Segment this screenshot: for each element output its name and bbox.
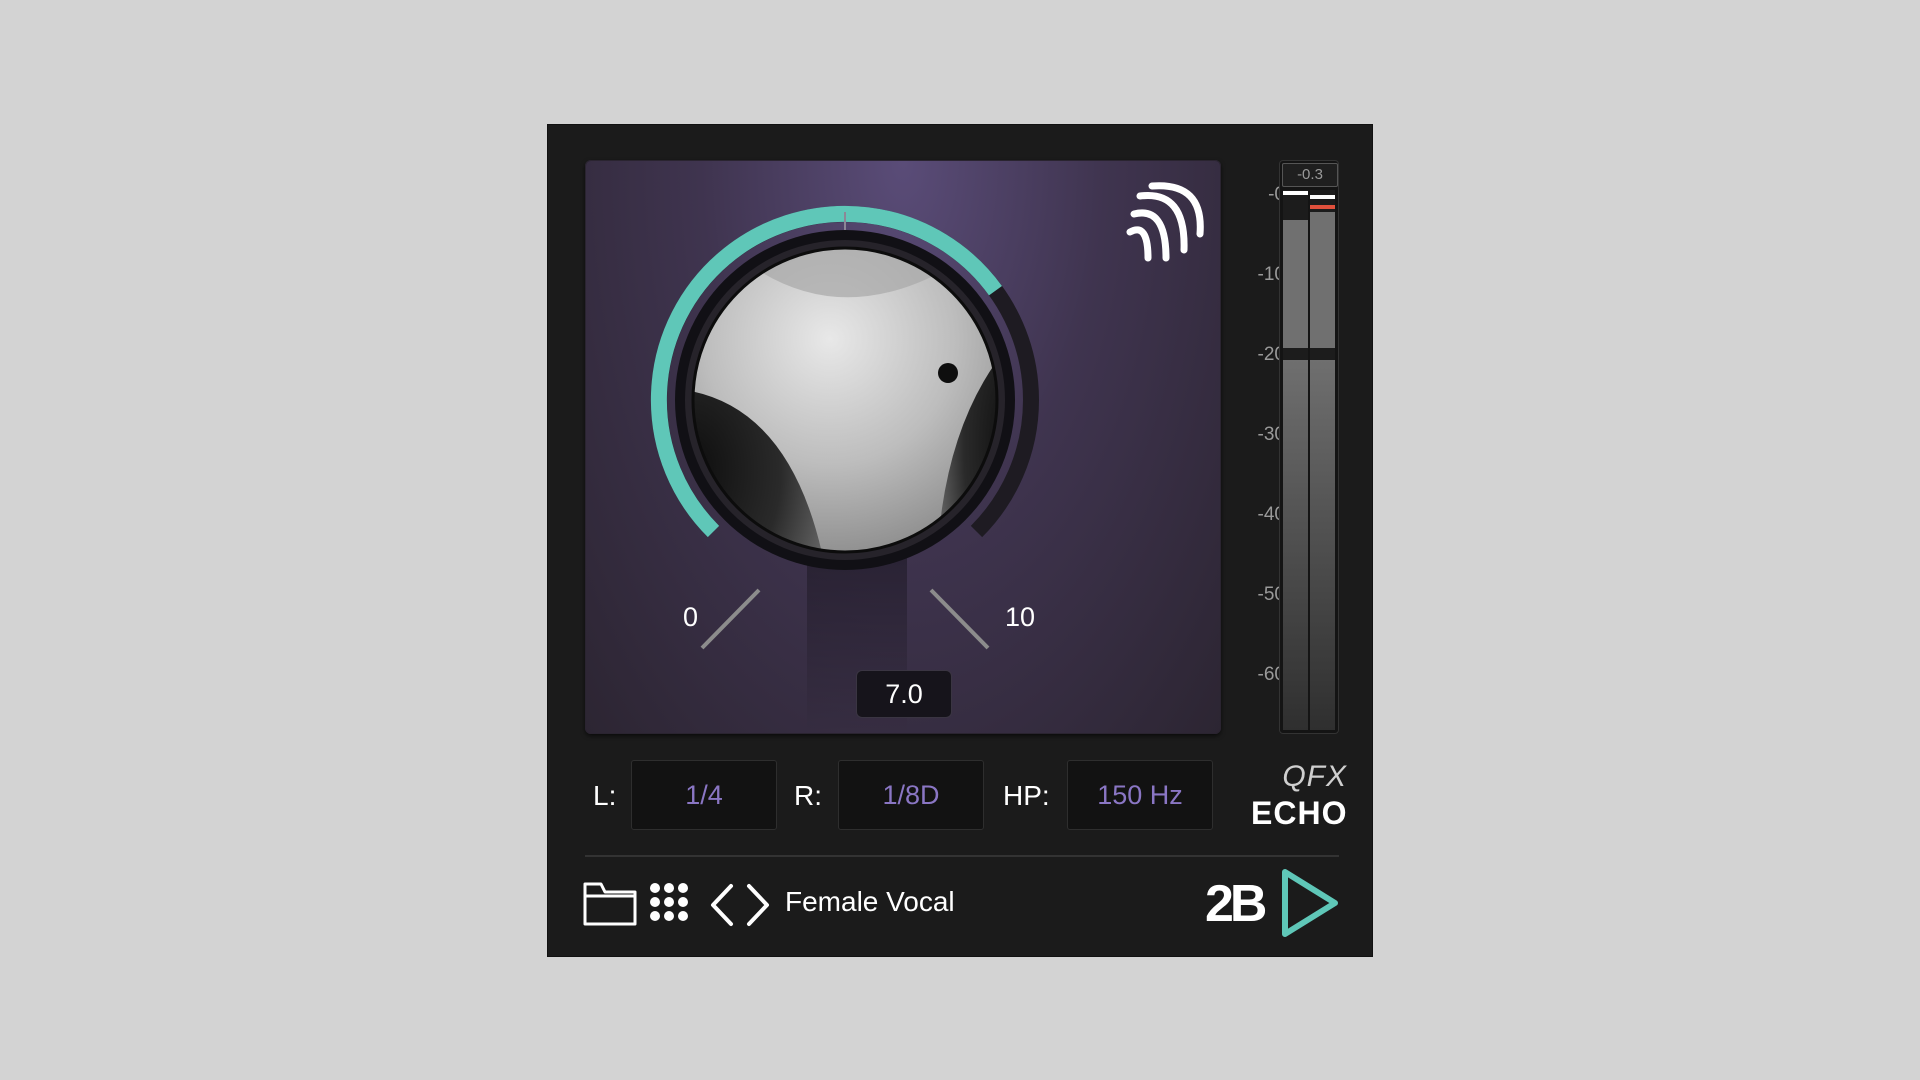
meter-peak-right bbox=[1310, 195, 1335, 199]
knob-panel: 0 10 7.0 bbox=[585, 160, 1221, 734]
meter-fill-right bbox=[1310, 360, 1335, 730]
right-delay-label: R: bbox=[794, 780, 822, 811]
echo-waves-icon bbox=[1126, 182, 1204, 262]
product-logo: QFX ECHO bbox=[1251, 760, 1347, 840]
meter-fill-left bbox=[1283, 360, 1308, 730]
brand-logo-text: 2B bbox=[1205, 875, 1268, 933]
knob-min-tick bbox=[700, 588, 761, 650]
meter-scale: -0 -10 -20 -30 -40 -50 -60 bbox=[1237, 164, 1285, 724]
knob-indicator-dot bbox=[938, 363, 958, 383]
peak-readout[interactable]: -0.3 bbox=[1282, 163, 1338, 187]
highpass-field[interactable]: 150 Hz bbox=[1067, 760, 1213, 830]
left-delay-label: L: bbox=[593, 780, 617, 811]
left-delay-field[interactable]: 1/4 bbox=[631, 760, 777, 830]
knob-value-readout[interactable]: 7.0 bbox=[856, 670, 952, 718]
knob-max-label: 10 bbox=[1005, 602, 1036, 632]
output-meter: -0.3 bbox=[1279, 160, 1339, 734]
knob-max-tick bbox=[929, 588, 990, 650]
highpass-label: HP: bbox=[1003, 780, 1050, 811]
meter-upper-right bbox=[1310, 212, 1335, 348]
folder-icon[interactable] bbox=[583, 880, 637, 926]
product-logo-line1: QFX bbox=[1282, 760, 1347, 793]
meter-peak-left bbox=[1283, 191, 1308, 195]
brand-logo: 2B bbox=[1205, 868, 1341, 938]
meter-channel-right bbox=[1310, 190, 1335, 730]
knob-min-label: 0 bbox=[683, 602, 699, 632]
play-triangle-icon bbox=[1282, 869, 1338, 937]
preset-name[interactable]: Female Vocal bbox=[785, 886, 955, 918]
chevron-left-icon[interactable] bbox=[707, 882, 737, 928]
right-delay-field[interactable]: 1/8D bbox=[838, 760, 984, 830]
meter-clip-right bbox=[1310, 205, 1335, 209]
meter-upper-left bbox=[1283, 220, 1308, 348]
divider bbox=[585, 855, 1339, 857]
product-logo-line2: ECHO bbox=[1251, 795, 1348, 831]
plugin-window: 0 10 7.0 -0 -10 -20 -30 -40 -50 -60 -0.3 bbox=[547, 124, 1373, 957]
chevron-right-icon[interactable] bbox=[743, 882, 773, 928]
grid-icon[interactable] bbox=[649, 882, 695, 928]
meter-channel-left bbox=[1283, 190, 1308, 730]
